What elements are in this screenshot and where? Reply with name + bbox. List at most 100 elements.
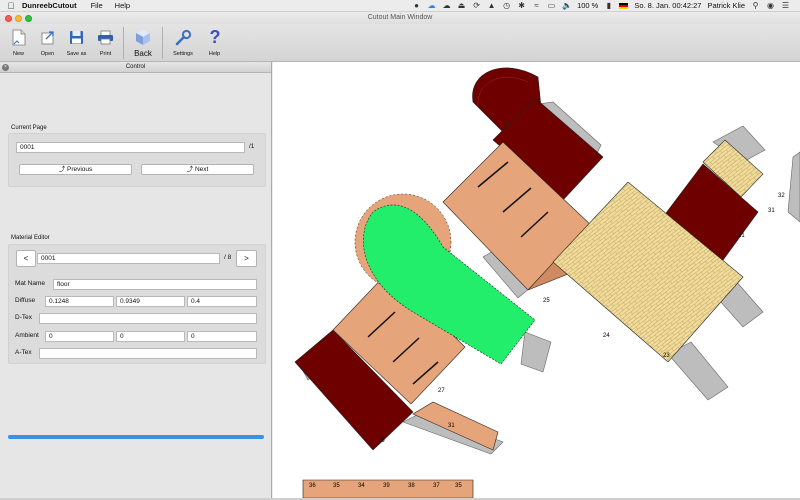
toolbar-separator-2 — [162, 27, 163, 59]
print-label: Print — [99, 51, 112, 57]
material-total: / 8 — [224, 254, 232, 261]
toolbar-separator — [123, 27, 124, 59]
atex-input[interactable] — [39, 348, 257, 359]
print-button[interactable]: Print — [92, 24, 119, 60]
page-total: /1 — [249, 143, 255, 150]
diffuse-label: Diffuse — [15, 297, 36, 304]
spotlight-search-icon[interactable]: ⚲ — [751, 1, 760, 10]
ambient-label: Ambient — [15, 332, 39, 339]
material-prev-button[interactable]: < — [16, 250, 36, 267]
control-panel-title: Control — [125, 64, 146, 70]
fold-number: 38 — [408, 483, 415, 489]
settings-label: Settings — [173, 51, 193, 57]
next-page-button[interactable]: ⤴ Next — [141, 164, 254, 175]
wifi-icon[interactable]: ≈ — [532, 1, 541, 10]
notification-list-icon[interactable]: ☰ — [781, 1, 790, 10]
diffuse-r-input[interactable]: 0.1248 — [45, 296, 114, 307]
diffuse-b-input[interactable]: 0.4 — [187, 296, 257, 307]
wrench-icon — [173, 27, 193, 47]
fold-number: 36 — [309, 483, 316, 489]
main-window: Cutout Main Window New Open Save as Prin… — [0, 12, 800, 500]
app-menu[interactable]: DunreebCutout — [22, 1, 77, 10]
ambient-g-input[interactable]: 0 — [116, 331, 185, 342]
shield-icon[interactable]: ▲ — [487, 1, 496, 10]
fold-number: 32 — [778, 193, 785, 199]
cutout-drawing[interactable]: 32 31 21 25 24 23 27 31 19 36 35 34 39 3… — [273, 62, 800, 498]
help-label: Help — [208, 51, 221, 57]
next-arrow-icon: ⤴ — [186, 166, 195, 173]
control-panel: × Control Current Page 0001 /1 ⤴ Previou… — [0, 62, 272, 498]
material-next-button[interactable]: > — [236, 250, 257, 267]
open-label: Open — [40, 51, 55, 57]
cutout-canvas[interactable]: 32 31 21 25 24 23 27 31 19 36 35 34 39 3… — [273, 62, 800, 498]
fold-number: 19 — [378, 438, 385, 444]
cloud-icon[interactable]: ☁ — [427, 1, 436, 10]
back-button[interactable]: Back — [128, 24, 158, 60]
clock-text[interactable]: So. 8. Jan. 00:42:27 — [634, 1, 701, 10]
window-title: Cutout Main Window — [367, 14, 433, 21]
fold-number: 35 — [333, 483, 340, 489]
menu-file[interactable]: File — [91, 1, 103, 10]
window-close-button[interactable] — [5, 15, 12, 22]
window-titlebar: Cutout Main Window — [0, 12, 800, 24]
open-button[interactable]: Open — [34, 24, 61, 60]
open-folder-icon — [38, 27, 58, 47]
fold-number: 25 — [543, 298, 550, 304]
battery-icon[interactable]: ▮ — [604, 1, 613, 10]
new-label: New — [12, 51, 24, 57]
user-name[interactable]: Patrick Klie — [707, 1, 745, 10]
previous-label: Previous — [67, 166, 93, 173]
previous-page-button[interactable]: ⤴ Previous — [19, 164, 132, 175]
control-panel-header: × Control — [0, 62, 271, 73]
current-page-group: 0001 /1 ⤴ Previous ⤴ Next — [8, 133, 266, 187]
fold-number: 31 — [768, 208, 775, 214]
status-icon-1[interactable]: ● — [412, 1, 421, 10]
material-index-input[interactable]: 0001 — [37, 253, 220, 264]
cube-icon — [133, 27, 153, 47]
fold-number: 39 — [383, 483, 390, 489]
progress-bar — [8, 435, 264, 439]
fold-number: 37 — [433, 483, 440, 489]
fold-number: 34 — [358, 483, 365, 489]
next-label: Next — [194, 166, 209, 173]
bluetooth-icon[interactable]: ✱ — [517, 1, 526, 10]
help-button[interactable]: ? Help — [201, 24, 228, 60]
panel-close-icon[interactable]: × — [2, 64, 9, 71]
material-editor-group: < 0001 / 8 > Mat Name floor Diffuse 0.12… — [8, 244, 266, 364]
battery-text[interactable]: 100 % — [577, 1, 598, 10]
atex-label: A-Tex — [15, 349, 32, 356]
new-button[interactable]: New — [5, 24, 32, 60]
material-editor-label: Material Editor — [11, 235, 50, 241]
floppy-disk-icon — [67, 27, 87, 47]
fold-number: 24 — [603, 333, 610, 339]
time-machine-icon[interactable]: ◷ — [502, 1, 511, 10]
airplay-icon[interactable]: ▭ — [547, 1, 556, 10]
new-document-icon — [9, 27, 29, 47]
dtex-input[interactable] — [39, 313, 257, 324]
settings-button[interactable]: Settings — [167, 24, 199, 60]
window-minimize-button[interactable] — [15, 15, 22, 22]
save-as-label: Save as — [66, 51, 87, 57]
volume-icon[interactable]: 🔈 — [562, 1, 572, 10]
svg-text:?: ? — [209, 28, 220, 46]
flag-de-icon[interactable] — [619, 2, 629, 9]
ambient-b-input[interactable]: 0 — [187, 331, 257, 342]
siri-icon[interactable]: ◉ — [766, 1, 775, 10]
question-mark-icon: ? — [205, 27, 225, 47]
sync-icon[interactable]: ⟳ — [472, 1, 481, 10]
current-page-input[interactable]: 0001 — [16, 142, 245, 153]
fold-number: 35 — [455, 483, 462, 489]
cloud-icon-2[interactable]: ☁ — [442, 1, 451, 10]
ambient-r-input[interactable]: 0 — [45, 331, 114, 342]
window-zoom-button[interactable] — [25, 15, 32, 22]
menu-bar:  DunreebCutout File Help ● ☁ ☁ ⏏ ⟳ ▲ ◷ … — [0, 0, 800, 12]
fold-number: 31 — [448, 423, 455, 429]
menu-help[interactable]: Help — [115, 1, 130, 10]
diffuse-g-input[interactable]: 0.9349 — [116, 296, 185, 307]
fold-number: 23 — [663, 353, 670, 359]
save-as-button[interactable]: Save as — [63, 24, 90, 60]
apple-icon[interactable]:  — [0, 1, 22, 11]
previous-arrow-icon: ⤴ — [58, 166, 67, 173]
eject-icon[interactable]: ⏏ — [457, 1, 466, 10]
mat-name-input[interactable]: floor — [53, 279, 257, 290]
